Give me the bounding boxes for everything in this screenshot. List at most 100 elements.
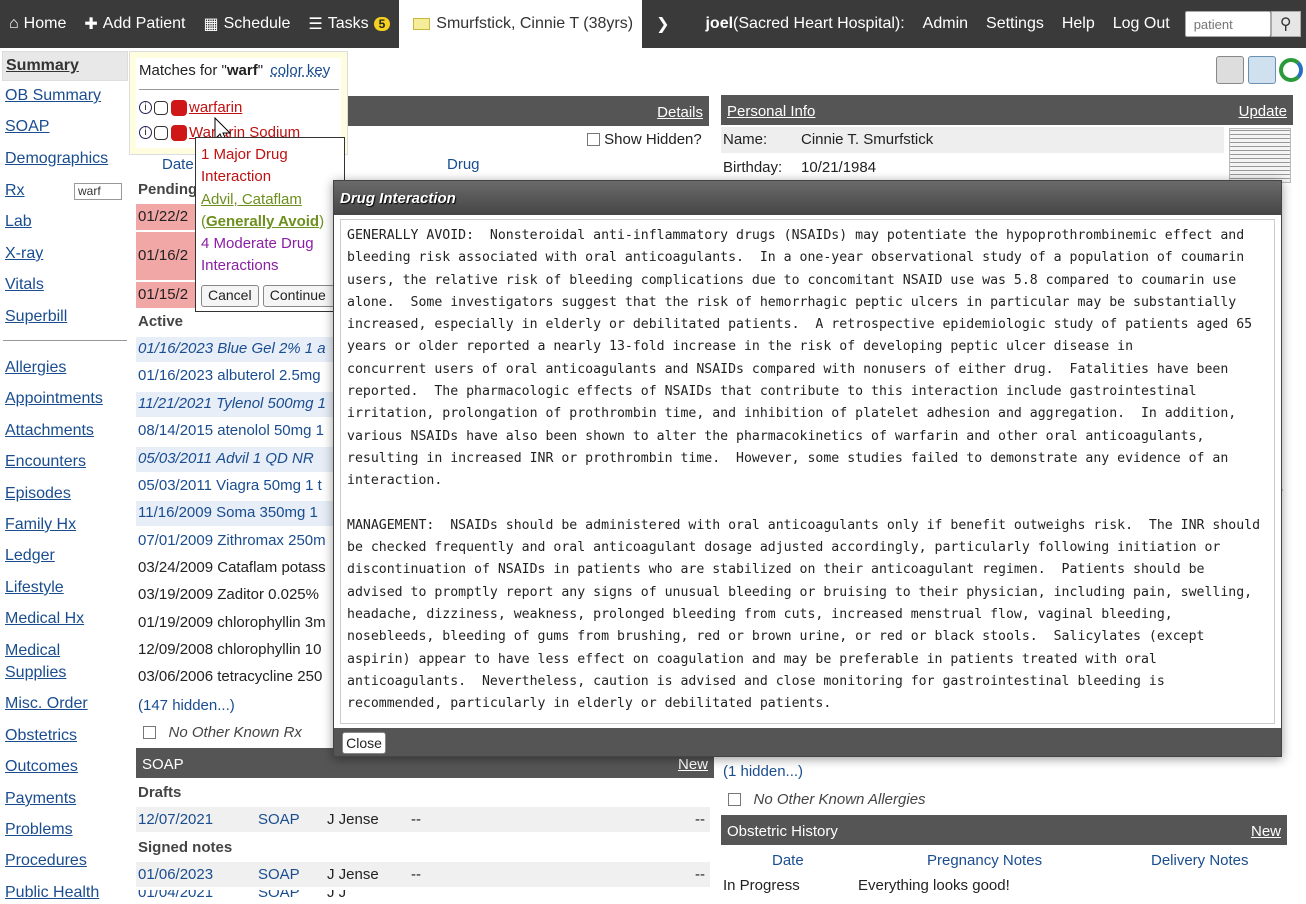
patient-search-input[interactable] [1184, 11, 1271, 37]
rx-active-row[interactable]: 03/24/2009 Cataflam potass [136, 556, 336, 581]
sidebar-item-allergies[interactable]: Allergies [5, 357, 66, 379]
ob-col-date[interactable]: Date [772, 852, 804, 869]
rx-active-row[interactable]: 11/21/2021 Tylenol 500mg 1 [136, 392, 336, 417]
match-warfarin-link[interactable]: warfarin [189, 99, 242, 116]
rx-pending-label: Pending [138, 181, 198, 198]
sidebar-item-ob-summary[interactable]: OB Summary [5, 85, 101, 107]
match-result-row[interactable]: i warfarin [139, 99, 242, 116]
soap-draft-row[interactable]: 12/07/2021 SOAP J Jense -- -- [136, 807, 710, 832]
show-hidden-toggle[interactable]: Show Hidden? [587, 131, 702, 148]
nav-add-patient[interactable]: ✚ Add Patient [75, 0, 194, 48]
patient-tab[interactable]: Smurfstick, Cinnie T (38yrs) [399, 0, 643, 48]
sidebar-item-outcomes[interactable]: Outcomes [5, 756, 78, 778]
sidebar-item-payments[interactable]: Payments [5, 788, 76, 810]
personal-update-link[interactable]: Update [1239, 103, 1287, 120]
nav-admin[interactable]: Admin [914, 0, 977, 48]
sidebar-item-lab[interactable]: Lab [5, 211, 32, 233]
sidebar-item-misc-order[interactable]: Misc. Order [5, 693, 88, 715]
sidebar-item-ledger[interactable]: Ledger [5, 545, 55, 567]
rx-details-link[interactable]: Details [657, 104, 703, 121]
sidebar-item-public-health[interactable]: Public Health [5, 882, 99, 904]
rx-active-label: Active [138, 313, 184, 330]
home-icon: ⌂ [9, 15, 19, 32]
rx-active-row[interactable]: 03/06/2006 tetracycline 250 [136, 665, 336, 690]
ob-col-pregnancy[interactable]: Pregnancy Notes [927, 852, 1042, 869]
rx-col-drug[interactable]: Drug [447, 156, 480, 173]
nav-schedule[interactable]: ▦ Schedule [195, 0, 300, 48]
nav-home[interactable]: ⌂ Home [0, 0, 75, 48]
rx-active-row[interactable]: 05/03/2011 Viagra 50mg 1 t [136, 474, 336, 499]
matches-heading: Matches for "warf" color key [139, 62, 331, 79]
sidebar-item-summary[interactable]: Summary [2, 51, 128, 81]
personal-birthday-row: Birthday: 10/21/1984 [723, 159, 877, 176]
soap-new-link[interactable]: New [678, 756, 708, 773]
sidebar-item-problems[interactable]: Problems [5, 819, 73, 841]
nav-next-chevron[interactable]: ❯ [642, 0, 683, 48]
allergies-hidden-link[interactable]: (1 hidden...) [723, 763, 803, 780]
sidebar-item-appointments[interactable]: Appointments [5, 388, 103, 410]
show-hidden-checkbox[interactable] [587, 133, 600, 146]
rx-active-row[interactable]: 11/16/2009 Soma 350mg 1 [136, 501, 336, 526]
fax-icon[interactable] [1248, 56, 1276, 84]
sidebar-item-attachments[interactable]: Attachments [5, 420, 94, 442]
sidebar-item-xray[interactable]: X-ray [5, 243, 43, 265]
print-icon[interactable] [1216, 56, 1244, 84]
rx-col-date[interactable]: Date [162, 156, 194, 173]
obstetric-new-link[interactable]: New [1251, 823, 1281, 840]
cancel-button[interactable]: Cancel [201, 285, 259, 307]
sidebar-item-lifestyle[interactable]: Lifestyle [5, 577, 64, 599]
nav-settings[interactable]: Settings [977, 0, 1053, 48]
matches-divider [139, 89, 339, 90]
no-other-allergies-checkbox[interactable] [728, 793, 741, 806]
rx-no-other[interactable]: No Other Known Rx [143, 724, 302, 741]
sidebar-item-encounters[interactable]: Encounters [5, 451, 86, 473]
rx-hidden-link[interactable]: (147 hidden...) [138, 697, 235, 714]
moderate-interactions-text[interactable]: 4 Moderate Drug Interactions [201, 233, 341, 277]
patient-photo[interactable] [1229, 128, 1291, 183]
ob-row-note: Everything looks good! [858, 877, 1010, 894]
nav-help[interactable]: Help [1053, 0, 1104, 48]
info-icon[interactable]: i [139, 101, 152, 114]
sidebar-item-episodes[interactable]: Episodes [5, 483, 71, 505]
nav-logout[interactable]: Log Out [1104, 0, 1179, 48]
rx-active-row[interactable]: 08/14/2015 atenolol 50mg 1 [136, 419, 336, 444]
folder-icon [413, 18, 431, 30]
sidebar-item-family-hx[interactable]: Family Hx [5, 514, 76, 536]
rx-active-row[interactable]: 01/16/2023 albuterol 2.5mg [136, 364, 336, 389]
soap-signed-row[interactable]: 01/06/2023 SOAP J Jense -- -- [136, 862, 710, 887]
personal-info-link[interactable]: Personal Info [727, 103, 815, 120]
ob-col-delivery[interactable]: Delivery Notes [1151, 852, 1249, 869]
sidebar-item-superbill[interactable]: Superbill [5, 306, 67, 328]
soap-signed-row[interactable]: 01/04/2021 SOAP J J [136, 890, 710, 898]
sidebar-item-procedures[interactable]: Procedures [5, 850, 87, 872]
calendar-icon: ▦ [203, 16, 219, 33]
rx-active-row[interactable]: 01/19/2009 chlorophyllin 3m [136, 611, 336, 636]
sidebar-item-obstetrics[interactable]: Obstetrics [5, 725, 77, 747]
refresh-icon[interactable] [1279, 58, 1303, 82]
sidebar-item-demographics[interactable]: Demographics [5, 148, 108, 170]
allergies-no-other[interactable]: No Other Known Allergies [728, 791, 926, 808]
rx-active-row[interactable]: 07/01/2009 Zithromax 250m [136, 529, 336, 554]
rx-filter-input[interactable]: warf [74, 183, 122, 200]
rx-active-row[interactable]: 01/16/2023 Blue Gel 2% 1 a [136, 337, 336, 362]
sidebar-item-rx[interactable]: Rx [5, 180, 25, 202]
stop-octagon-icon [171, 124, 187, 141]
rx-active-row[interactable]: 03/19/2009 Zaditor 0.025% [136, 583, 336, 608]
nav-tasks[interactable]: ☰ Tasks 5 [299, 0, 399, 48]
sidebar: Summary OB Summary SOAP Demographics Rx … [0, 48, 130, 901]
color-key-link[interactable]: color key [270, 62, 330, 79]
sidebar-item-vitals[interactable]: Vitals [5, 274, 44, 296]
info-icon[interactable]: i [139, 126, 152, 139]
sidebar-item-soap[interactable]: SOAP [5, 116, 49, 138]
rx-active-row[interactable]: 12/09/2008 chlorophyllin 10 [136, 638, 336, 663]
search-button[interactable]: ⚲ [1270, 11, 1301, 37]
rx-active-row[interactable]: 05/03/2011 Advil 1 QD NR [136, 447, 336, 472]
no-other-rx-checkbox[interactable] [143, 726, 156, 739]
sidebar-item-medical-supplies[interactable]: Medical Supplies [5, 640, 95, 684]
sidebar-item-medical-hx[interactable]: Medical Hx [5, 608, 84, 630]
user-facility: joel (Sacred Heart Hospital): [705, 15, 905, 32]
continue-button[interactable]: Continue [262, 285, 335, 307]
close-button[interactable]: Close [342, 732, 386, 754]
add-user-icon: ✚ [84, 16, 98, 33]
interaction-drug-entry[interactable]: Advil, Cataflam (Generally Avoid) [201, 189, 341, 233]
